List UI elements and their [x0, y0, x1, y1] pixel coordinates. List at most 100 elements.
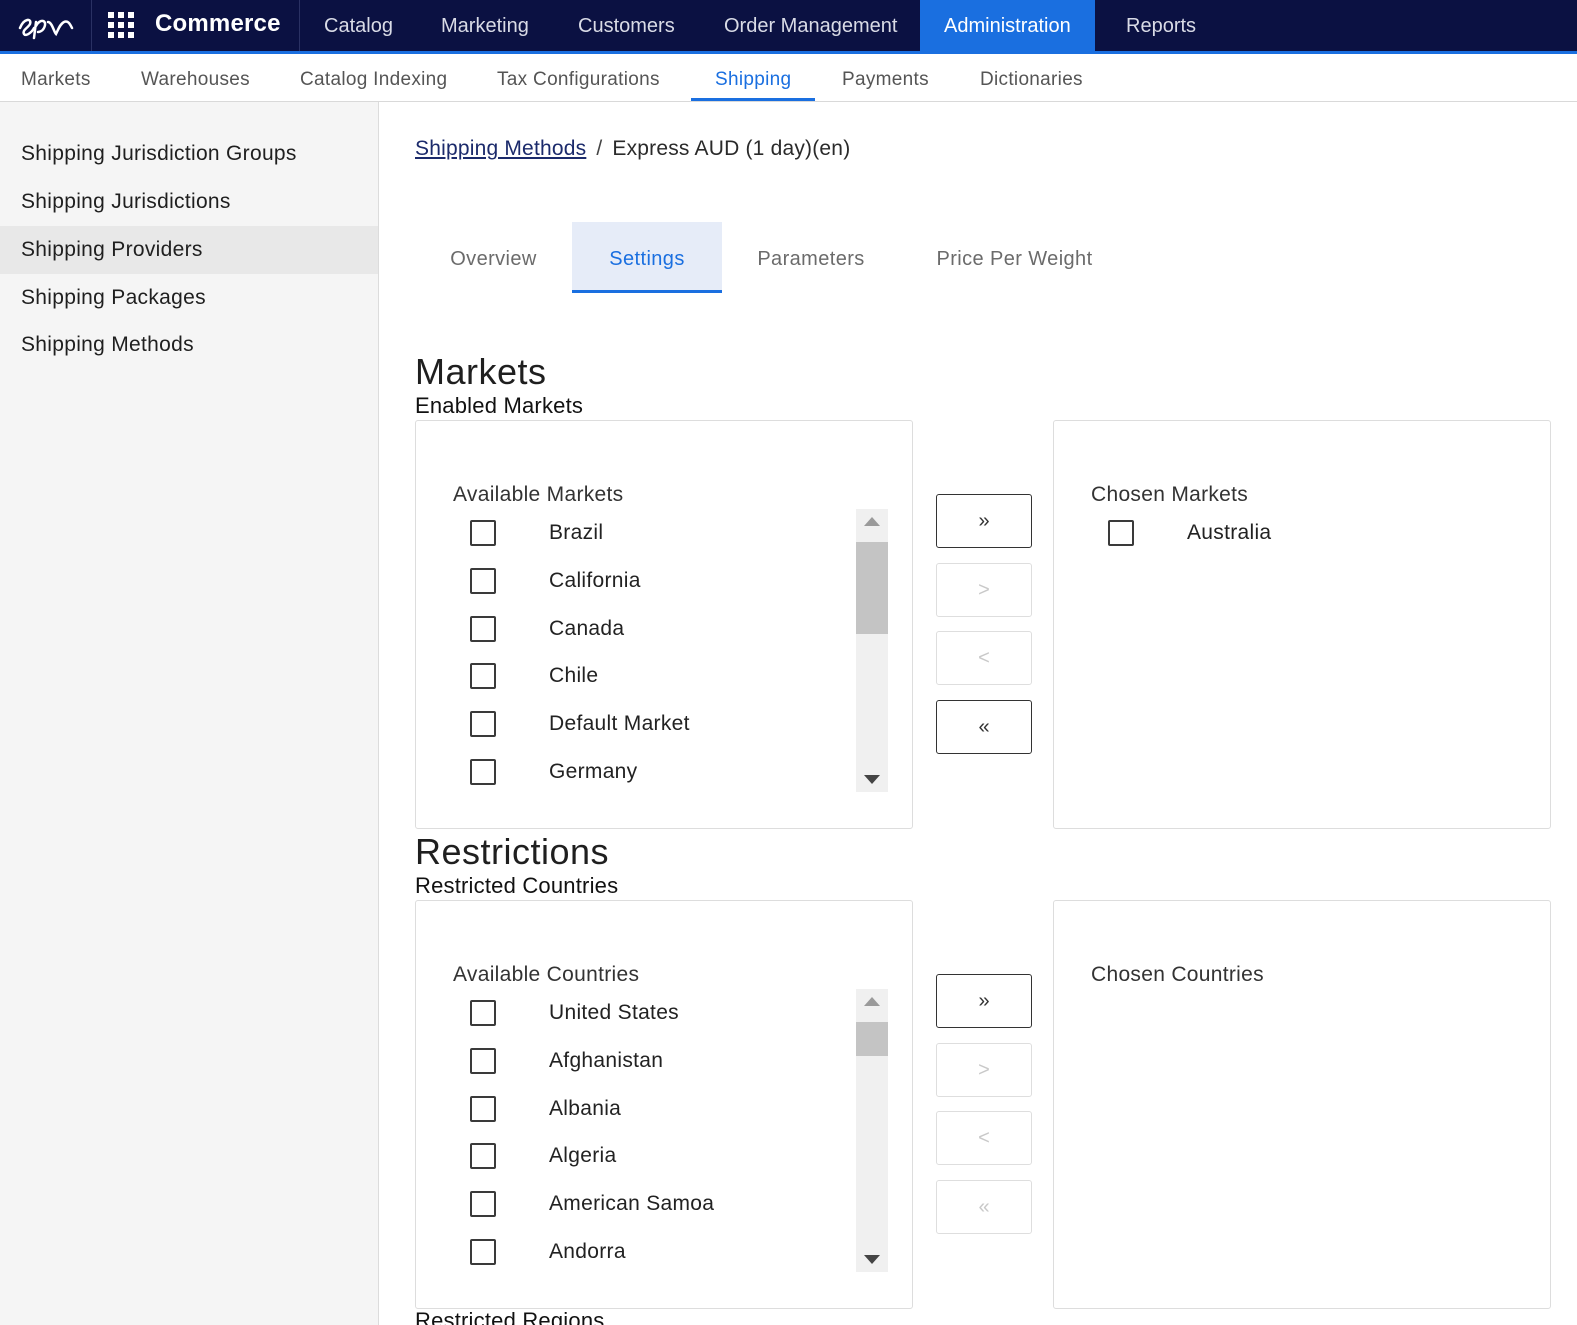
- tab-settings[interactable]: Settings: [572, 222, 722, 293]
- topnav-marketing[interactable]: Marketing: [417, 0, 553, 51]
- country-checkbox[interactable]: [470, 1239, 496, 1265]
- sidebar-item-shipping-jurisdiction-groups[interactable]: Shipping Jurisdiction Groups: [0, 130, 378, 178]
- breadcrumb-link-shipping-methods[interactable]: Shipping Methods: [415, 137, 586, 160]
- list-item[interactable]: Germany: [470, 759, 850, 807]
- country-label: Algeria: [549, 1144, 617, 1167]
- chosen-countries-box: Chosen Countries: [1053, 900, 1551, 1309]
- logo-icon: [18, 18, 73, 39]
- tab-parameters[interactable]: Parameters: [732, 222, 890, 293]
- markets-scrollbar[interactable]: [856, 509, 888, 792]
- scroll-thumb[interactable]: [856, 1022, 888, 1056]
- subnav-markets[interactable]: Markets: [0, 54, 115, 101]
- list-item[interactable]: United States: [470, 1000, 850, 1048]
- market-label: Germany: [549, 760, 638, 783]
- app-launcher-icon[interactable]: [108, 12, 134, 38]
- enabled-markets-label: Enabled Markets: [415, 393, 584, 418]
- country-checkbox[interactable]: [470, 1096, 496, 1122]
- remove-market-button[interactable]: <: [936, 631, 1032, 685]
- sub-navigation: Markets Warehouses Catalog Indexing Tax …: [0, 54, 1577, 102]
- country-checkbox[interactable]: [470, 1191, 496, 1217]
- chosen-countries-label: Chosen Countries: [1091, 963, 1264, 986]
- market-label: Default Market: [549, 712, 690, 735]
- subnav-warehouses[interactable]: Warehouses: [117, 54, 274, 101]
- list-item[interactable]: Algeria: [470, 1143, 850, 1191]
- topnav-catalog[interactable]: Catalog: [300, 0, 417, 51]
- topnav-administration[interactable]: Administration: [920, 0, 1095, 51]
- episerver-logo[interactable]: [0, 0, 92, 51]
- market-label: California: [549, 569, 641, 592]
- country-label: Afghanistan: [549, 1049, 664, 1072]
- market-checkbox[interactable]: [1108, 520, 1134, 546]
- chosen-markets-box: Chosen Markets Australia: [1053, 420, 1551, 829]
- countries-scrollbar[interactable]: [856, 989, 888, 1272]
- list-item[interactable]: Default Market: [470, 711, 850, 759]
- scroll-down-arrow-icon[interactable]: [864, 775, 880, 784]
- chosen-markets-label: Chosen Markets: [1091, 483, 1249, 506]
- product-name: Commerce: [155, 10, 281, 37]
- left-sidebar: Shipping Jurisdiction Groups Shipping Ju…: [0, 102, 379, 1325]
- markets-heading: Markets: [415, 351, 547, 392]
- market-label: Brazil: [549, 521, 604, 544]
- restricted-countries-label: Restricted Countries: [415, 873, 619, 898]
- list-item[interactable]: Andorra: [470, 1239, 850, 1287]
- country-checkbox[interactable]: [470, 1048, 496, 1074]
- country-checkbox[interactable]: [470, 1000, 496, 1026]
- scroll-up-arrow-icon[interactable]: [864, 997, 880, 1006]
- market-checkbox[interactable]: [470, 520, 496, 546]
- market-label: Canada: [549, 617, 625, 640]
- add-country-button[interactable]: >: [936, 1043, 1032, 1097]
- restrictions-heading: Restrictions: [415, 831, 610, 872]
- country-label: Andorra: [549, 1240, 626, 1263]
- topnav-order-management[interactable]: Order Management: [700, 0, 921, 51]
- topnav-reports[interactable]: Reports: [1102, 0, 1220, 51]
- add-all-countries-button[interactable]: »: [936, 974, 1032, 1028]
- add-market-button[interactable]: >: [936, 563, 1032, 617]
- breadcrumb-current: Express AUD (1 day)(en): [612, 137, 851, 160]
- breadcrumb: Shipping Methods / Express AUD (1 day)(en): [415, 137, 850, 161]
- country-label: United States: [549, 1001, 679, 1024]
- list-item[interactable]: Australia: [1108, 520, 1488, 568]
- market-checkbox[interactable]: [470, 759, 496, 785]
- sidebar-item-shipping-packages[interactable]: Shipping Packages: [0, 274, 378, 322]
- list-item[interactable]: American Samoa: [470, 1191, 850, 1239]
- scroll-thumb[interactable]: [856, 542, 888, 634]
- sidebar-item-shipping-providers[interactable]: Shipping Providers: [0, 226, 378, 274]
- sidebar-item-shipping-methods[interactable]: Shipping Methods: [0, 321, 378, 369]
- tab-overview[interactable]: Overview: [416, 222, 571, 293]
- list-item[interactable]: California: [470, 568, 850, 616]
- top-navigation-bar: Commerce Catalog Marketing Customers Ord…: [0, 0, 1577, 54]
- remove-all-markets-button[interactable]: «: [936, 700, 1032, 754]
- scroll-up-arrow-icon[interactable]: [864, 517, 880, 526]
- available-markets-label: Available Markets: [453, 483, 624, 506]
- sidebar-item-shipping-jurisdictions[interactable]: Shipping Jurisdictions: [0, 178, 378, 226]
- add-all-markets-button[interactable]: »: [936, 494, 1032, 548]
- list-item[interactable]: Canada: [470, 616, 850, 664]
- country-label: Albania: [549, 1097, 622, 1120]
- scroll-down-arrow-icon[interactable]: [864, 1255, 880, 1264]
- market-label: Chile: [549, 664, 599, 687]
- remove-country-button[interactable]: <: [936, 1111, 1032, 1165]
- market-checkbox[interactable]: [470, 711, 496, 737]
- subnav-catalog-indexing[interactable]: Catalog Indexing: [276, 54, 471, 101]
- remove-all-countries-button[interactable]: «: [936, 1180, 1032, 1234]
- topnav-customers[interactable]: Customers: [554, 0, 699, 51]
- subnav-shipping[interactable]: Shipping: [691, 54, 816, 101]
- list-item[interactable]: Chile: [470, 663, 850, 711]
- list-item[interactable]: Brazil: [470, 520, 850, 568]
- list-item[interactable]: Albania: [470, 1096, 850, 1144]
- tab-price-per-weight[interactable]: Price Per Weight: [912, 222, 1117, 293]
- restricted-regions-label: Restricted Regions: [415, 1308, 605, 1325]
- market-checkbox[interactable]: [470, 568, 496, 594]
- country-label: American Samoa: [549, 1192, 715, 1215]
- available-countries-box: Available Countries United States Afghan…: [415, 900, 913, 1309]
- list-item[interactable]: Afghanistan: [470, 1048, 850, 1096]
- breadcrumb-separator: /: [596, 137, 603, 160]
- subnav-tax-configurations[interactable]: Tax Configurations: [473, 54, 684, 101]
- market-checkbox[interactable]: [470, 616, 496, 642]
- market-checkbox[interactable]: [470, 663, 496, 689]
- subnav-payments[interactable]: Payments: [818, 54, 953, 101]
- subnav-dictionaries[interactable]: Dictionaries: [956, 54, 1107, 101]
- country-checkbox[interactable]: [470, 1143, 496, 1169]
- available-markets-box: Available Markets Brazil California Cana…: [415, 420, 913, 829]
- market-label: Australia: [1187, 521, 1272, 544]
